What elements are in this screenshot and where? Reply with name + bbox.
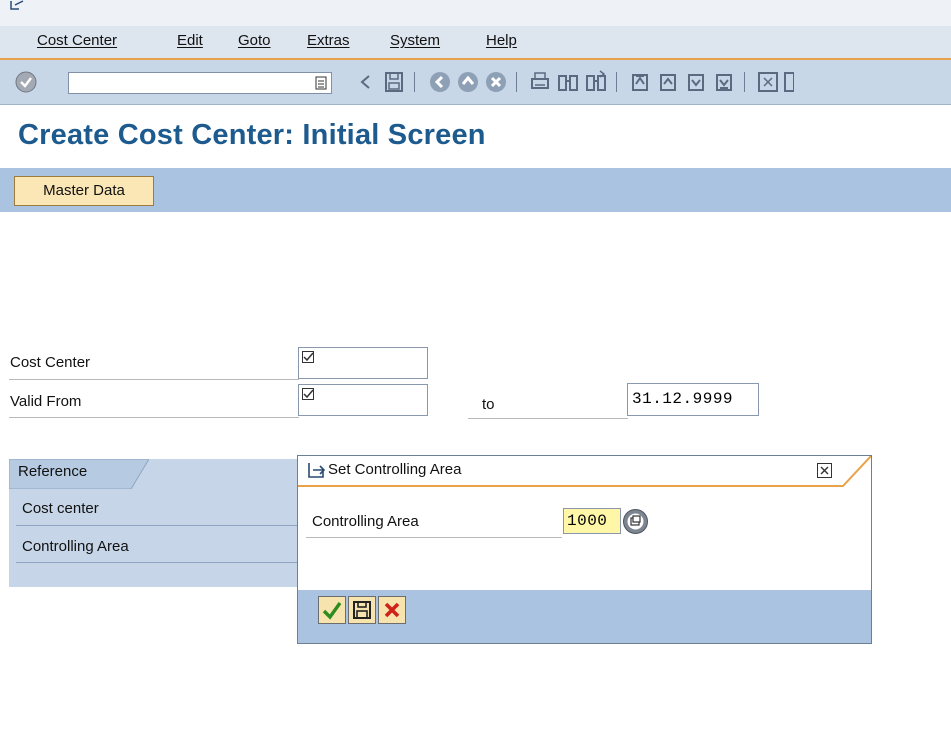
close-icon[interactable] [817,463,832,478]
save-icon [353,601,371,619]
valid-from-input[interactable] [298,384,428,416]
controlling-area-label: Controlling Area [312,513,419,530]
cancel-button[interactable] [378,596,406,624]
cancel-x-icon [384,602,400,618]
page-title: Create Cost Center: Initial Screen [18,119,486,151]
menu-bar [0,26,951,60]
prev-page-icon[interactable] [656,70,680,94]
back-icon[interactable] [428,70,452,94]
required-checkbox-icon [302,351,314,363]
back-arrow-icon[interactable] [354,70,378,94]
window-top-strip [0,0,951,26]
master-data-button[interactable]: Master Data [14,176,154,206]
menu-cost-center[interactable]: Cost Center [37,32,117,49]
required-checkbox-icon [302,388,314,400]
shortcut-icon[interactable] [784,70,794,94]
reference-controlling-area-label: Controlling Area [22,538,129,555]
cancel-icon[interactable] [484,70,508,94]
cost-center-input[interactable] [298,347,428,379]
tab-reference[interactable]: Reference [18,463,87,480]
menu-system[interactable]: System [390,32,440,49]
menu-extras[interactable]: Extras [307,32,350,49]
find-next-icon[interactable] [584,70,608,94]
confirm-button[interactable] [318,596,346,624]
next-page-icon[interactable] [684,70,708,94]
create-session-icon[interactable] [756,70,780,94]
dialog-window-icon [308,463,326,478]
cost-center-label: Cost Center [10,354,91,371]
checkmark-icon [322,602,342,620]
label-underline [9,379,299,380]
exit-icon[interactable] [456,70,480,94]
controlling-area-input[interactable]: 1000 [563,508,621,534]
label-underline [16,562,302,563]
toolbar-separator [616,72,617,92]
value-help-icon[interactable] [622,508,649,535]
save-icon[interactable] [382,70,406,94]
valid-from-label: Valid From [10,393,82,410]
dropdown-icon[interactable] [315,76,327,90]
menu-edit[interactable]: Edit [177,32,203,49]
label-underline [468,418,628,419]
save-button[interactable] [348,596,376,624]
command-field[interactable] [68,72,332,94]
enter-icon[interactable] [14,70,38,94]
toolbar-separator [744,72,745,92]
reference-cost-center-label: Cost center [22,500,99,517]
first-page-icon[interactable] [628,70,652,94]
find-icon[interactable] [556,70,580,94]
dialog-title: Set Controlling Area [328,461,462,478]
label-underline [16,525,302,526]
label-underline [9,417,299,418]
toolbar-separator [414,72,415,92]
label-underline [306,537,562,538]
print-icon[interactable] [528,70,552,94]
last-page-icon[interactable] [712,70,736,94]
valid-to-input[interactable]: 31.12.9999 [627,383,759,416]
to-label: to [482,396,495,413]
toolbar-separator [516,72,517,92]
menu-help[interactable]: Help [486,32,517,49]
menu-goto[interactable]: Goto [238,32,271,49]
dialog-corner-icon [10,0,24,10]
